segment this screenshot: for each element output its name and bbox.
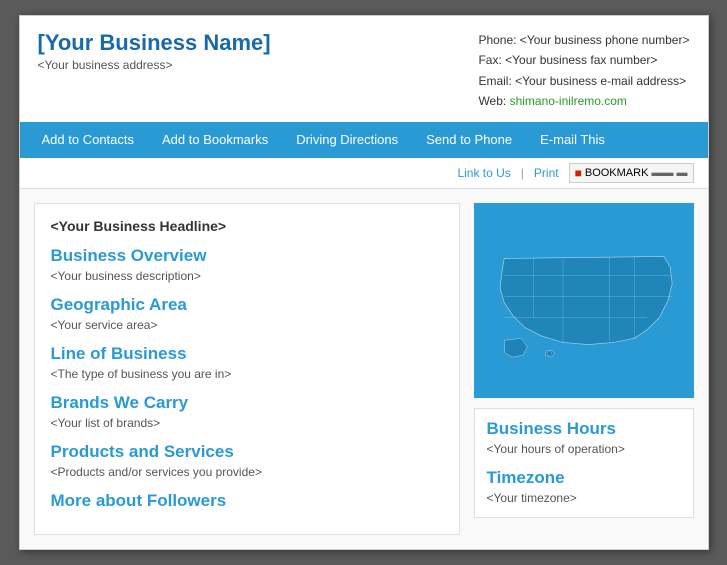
- nav-driving-directions[interactable]: Driving Directions: [282, 122, 412, 158]
- email-info: Email: <Your business e-mail address>: [478, 71, 689, 91]
- nav-bar: Add to Contacts Add to Bookmarks Driving…: [20, 122, 708, 158]
- toolbar-row: Link to Us | Print ■ BOOKMARK ▬▬ ▬: [20, 158, 708, 189]
- nav-add-bookmarks[interactable]: Add to Bookmarks: [148, 122, 282, 158]
- header-left: [Your Business Name] <Your business addr…: [38, 30, 271, 112]
- bookmark-extra-icons: ▬▬ ▬: [651, 167, 687, 179]
- bookmark-btn[interactable]: ■ BOOKMARK ▬▬ ▬: [569, 163, 694, 183]
- lob-text: <The type of business you are in>: [51, 367, 443, 381]
- timezone-text: <Your timezone>: [487, 491, 681, 505]
- business-address: <Your business address>: [38, 58, 271, 72]
- overview-text: <Your business description>: [51, 269, 443, 283]
- nav-send-to-phone[interactable]: Send to Phone: [412, 122, 526, 158]
- web-info: Web: shimano-inilremo.com: [478, 91, 689, 111]
- web-label: Web:: [478, 94, 509, 108]
- bookmark-icon: ■: [575, 166, 582, 180]
- header-right: Phone: <Your business phone number> Fax:…: [478, 30, 689, 112]
- nav-add-contacts[interactable]: Add to Contacts: [28, 122, 149, 158]
- nav-email-this[interactable]: E-mail This: [526, 122, 619, 158]
- bookmark-label: BOOKMARK: [585, 167, 649, 179]
- hours-text: <Your hours of operation>: [487, 442, 681, 456]
- geo-heading: Geographic Area: [51, 295, 443, 315]
- link-to-us-btn[interactable]: Link to Us: [457, 166, 510, 180]
- timezone-heading: Timezone: [487, 468, 681, 488]
- page-container: [Your Business Name] <Your business addr…: [19, 15, 709, 550]
- hours-heading: Business Hours: [487, 419, 681, 439]
- brands-text: <Your list of brands>: [51, 416, 443, 430]
- fax-info: Fax: <Your business fax number>: [478, 50, 689, 70]
- lob-heading: Line of Business: [51, 344, 443, 364]
- brands-heading: Brands We Carry: [51, 393, 443, 413]
- products-heading: Products and Services: [51, 442, 443, 462]
- phone-info: Phone: <Your business phone number>: [478, 30, 689, 50]
- main-content: <Your Business Headline> Business Overvi…: [20, 189, 708, 549]
- more-heading: More about Followers: [51, 491, 443, 511]
- geo-text: <Your service area>: [51, 318, 443, 332]
- products-text: <Products and/or services you provide>: [51, 465, 443, 479]
- header: [Your Business Name] <Your business addr…: [20, 16, 708, 122]
- us-map-svg: [479, 208, 689, 393]
- print-btn[interactable]: Print: [534, 166, 559, 180]
- map-box: [474, 203, 694, 398]
- website-link[interactable]: shimano-inilremo.com: [510, 94, 627, 108]
- toolbar-separator: |: [521, 166, 524, 180]
- business-headline: <Your Business Headline>: [51, 218, 443, 234]
- business-name: [Your Business Name]: [38, 30, 271, 56]
- overview-heading: Business Overview: [51, 246, 443, 266]
- business-hours-section: Business Hours <Your hours of operation>…: [474, 408, 694, 518]
- left-column: <Your Business Headline> Business Overvi…: [34, 203, 460, 535]
- right-column: Business Hours <Your hours of operation>…: [474, 203, 694, 535]
